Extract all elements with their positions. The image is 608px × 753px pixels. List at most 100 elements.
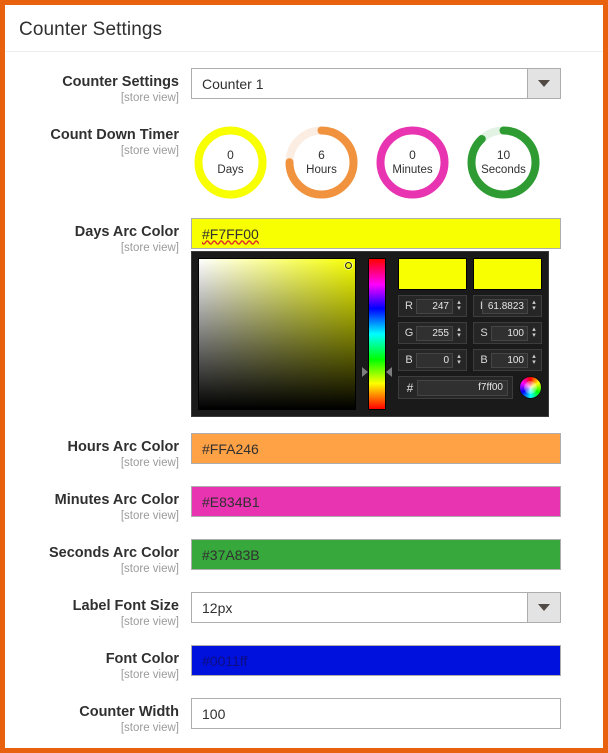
picker-numeric-row: B 0 ▴ ▾ B 100 ▴ ▾ <box>398 349 542 371</box>
countdown-rings: 0 Days 6 Hours 0 Minutes 10 Seconds <box>191 121 561 202</box>
control-seconds-arc-color: #37A83B <box>191 539 561 570</box>
minutes-arc-color-input[interactable]: #E834B1 <box>191 486 561 517</box>
minutes-arc-color-value: #E834B1 <box>202 493 260 510</box>
field-hours-arc-color: Hours Arc Color [store view] #FFA246 <box>5 433 603 470</box>
color-wheel-icon[interactable] <box>519 376 542 399</box>
control-count-down-timer: 0 Days 6 Hours 0 Minutes 10 Seconds <box>191 121 561 202</box>
seconds-arc-color-input[interactable]: #37A83B <box>191 539 561 570</box>
ring-label-minutes: 0 Minutes <box>373 123 452 202</box>
seconds-arc-color-value: #37A83B <box>202 546 260 563</box>
field-minutes-arc-color: Minutes Arc Color [store view] #E834B1 <box>5 486 603 523</box>
picker-field-value: 61.8823 <box>482 298 528 314</box>
days-arc-color-value: #F7FF00 <box>202 225 259 242</box>
field-seconds-arc-color: Seconds Arc Color [store view] #37A83B <box>5 539 603 576</box>
font-color-input[interactable]: #0011ff <box>191 645 561 676</box>
current-color-swatch[interactable] <box>473 258 542 290</box>
stepper-icon[interactable]: ▴ ▾ <box>530 353 538 366</box>
days-arc-color-input[interactable]: #F7FF00 <box>191 218 561 249</box>
field-label-font-size: Label Font Size [store view] 12px <box>5 592 603 629</box>
field-scope-text: [store view] <box>120 616 179 628</box>
font-color-value: #0011ff <box>202 652 248 669</box>
control-label-font-size: 12px <box>191 592 561 623</box>
stepper-icon[interactable]: ▴ ▾ <box>455 326 463 339</box>
new-color-swatch[interactable] <box>398 258 467 290</box>
field-counter-settings: Counter Settings [store view] Counter 1 <box>5 68 603 105</box>
control-minutes-arc-color: #E834B1 <box>191 486 561 517</box>
picker-field-value: 100 <box>491 325 528 341</box>
control-font-color: #0011ff <box>191 645 561 676</box>
stepper-icon[interactable]: ▴ ▾ <box>530 299 538 312</box>
picker-field-g-rgb[interactable]: G 255 ▴ ▾ <box>398 322 467 344</box>
counter-settings-select[interactable]: Counter 1 <box>191 68 561 99</box>
saturation-value-panel[interactable] <box>198 258 356 410</box>
picker-field-r-rgb[interactable]: R 247 ▴ ▾ <box>398 295 467 317</box>
picker-swatches <box>398 258 542 290</box>
ring-unit-days: Days <box>217 163 244 176</box>
field-scope-text: [store view] <box>120 457 179 469</box>
picker-field-value: 255 <box>416 325 453 341</box>
field-label-text: Counter Settings <box>62 74 179 90</box>
picker-field-value: 100 <box>491 352 528 368</box>
stepper-icon[interactable]: ▴ ▾ <box>455 299 463 312</box>
field-counter-width: Counter Width [store view] 100 <box>5 698 603 735</box>
page-title: Counter Settings <box>19 19 163 40</box>
picker-field-label: B <box>480 354 488 366</box>
hex-field[interactable]: # f7ff00 <box>398 376 513 399</box>
field-count-down-timer: Count Down Timer [store view] 0 Days 6 Hour… <box>5 121 603 202</box>
ring-unit-hours: Hours <box>306 163 337 176</box>
picker-field-value: 247 <box>416 298 453 314</box>
countdown-ring-seconds: 10 Seconds <box>464 123 543 202</box>
picker-field-label: G <box>404 327 414 339</box>
field-label-text: Days Arc Color <box>74 224 179 240</box>
field-scope-text: [store view] <box>120 145 179 157</box>
hex-value: f7ff00 <box>417 379 508 396</box>
ring-label-seconds: 10 Seconds <box>464 123 543 202</box>
control-counter-settings: Counter 1 <box>191 68 561 99</box>
picker-field-b-hsb[interactable]: B 100 ▴ ▾ <box>473 349 542 371</box>
picker-field-s-hsb[interactable]: S 100 ▴ ▾ <box>473 322 542 344</box>
field-label-text: Seconds Arc Color <box>49 545 179 561</box>
stepper-icon[interactable]: ▴ ▾ <box>455 353 463 366</box>
label-counter-width: Counter Width [store view] <box>5 698 191 735</box>
picker-fields: R247▴▾H61.8823▴▾G255▴▾S100▴▾B0▴▾B100▴▾ #… <box>398 258 542 410</box>
picker-field-b-rgb[interactable]: B 0 ▴ ▾ <box>398 349 467 371</box>
sv-cursor-handle[interactable] <box>345 262 352 269</box>
picker-numeric-row: G 255 ▴ ▾ S 100 ▴ ▾ <box>398 322 542 344</box>
field-scope-text: [store view] <box>120 242 179 254</box>
label-seconds-arc-color: Seconds Arc Color [store view] <box>5 539 191 576</box>
control-counter-width: 100 <box>191 698 561 729</box>
chevron-down-icon[interactable] <box>527 69 560 98</box>
ring-unit-minutes: Minutes <box>392 163 433 176</box>
counter-width-input[interactable]: 100 <box>191 698 561 729</box>
section-header: Counter Settings <box>5 5 603 52</box>
field-label-text: Label Font Size <box>72 598 179 614</box>
stepper-icon[interactable]: ▴ ▾ <box>530 326 538 339</box>
counter-width-value: 100 <box>202 705 226 722</box>
field-scope-text: [store view] <box>120 563 179 575</box>
ring-label-days: 0 Days <box>191 123 270 202</box>
field-label-text: Minutes Arc Color <box>54 492 179 508</box>
field-label-text: Font Color <box>105 651 179 667</box>
ring-unit-seconds: Seconds <box>481 163 526 176</box>
label-font-color: Font Color [store view] <box>5 645 191 682</box>
countdown-ring-hours: 6 Hours <box>282 123 361 202</box>
ring-value-days: 0 <box>227 147 234 162</box>
hue-marker-right-icon <box>386 367 392 377</box>
picker-numeric-row: R247▴▾ H61.8823▴▾ <box>398 295 542 317</box>
chevron-down-icon[interactable] <box>527 593 560 622</box>
picker-hex-row: # f7ff00 <box>398 376 542 399</box>
label-label-font-size: Label Font Size [store view] <box>5 592 191 629</box>
hue-strip[interactable] <box>368 258 386 410</box>
hue-slider[interactable] <box>362 258 392 410</box>
hours-arc-color-value: #FFA246 <box>202 440 259 457</box>
picker-field-label: S <box>480 327 488 339</box>
countdown-ring-days: 0 Days <box>191 123 270 202</box>
picker-field-h-hsb[interactable]: H61.8823▴▾ <box>473 295 542 317</box>
color-picker-popup[interactable]: R247▴▾H61.8823▴▾G255▴▾S100▴▾B0▴▾B100▴▾ #… <box>191 251 549 417</box>
hours-arc-color-input[interactable]: #FFA246 <box>191 433 561 464</box>
field-scope-text: [store view] <box>120 669 179 681</box>
label-counter-settings: Counter Settings [store view] <box>5 68 191 105</box>
label-font-size-select[interactable]: 12px <box>191 592 561 623</box>
field-label-text: Hours Arc Color <box>67 439 179 455</box>
picker-field-value: 0 <box>416 352 453 368</box>
